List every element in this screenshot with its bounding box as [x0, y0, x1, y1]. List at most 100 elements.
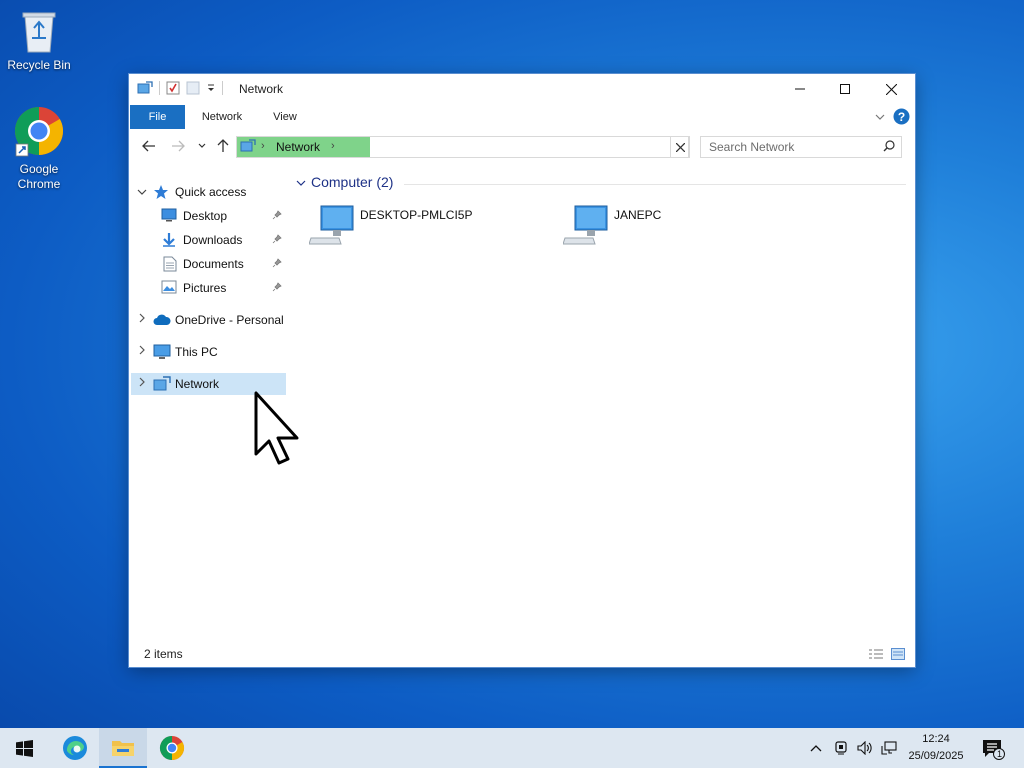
breadcrumb-network[interactable]: Network: [276, 140, 320, 154]
expand-ribbon-icon[interactable]: [875, 113, 885, 121]
sidebar-item-onedrive[interactable]: OneDrive - Personal: [131, 309, 286, 331]
chevron-right-icon[interactable]: [137, 377, 147, 387]
up-button[interactable]: [213, 136, 233, 156]
sidebar-item-pictures[interactable]: Pictures: [131, 277, 286, 299]
pictures-icon: [161, 280, 177, 294]
document-icon: [163, 256, 177, 272]
network-icon: [153, 376, 171, 391]
volume-button[interactable]: [854, 728, 876, 768]
computer-icon: [562, 205, 608, 245]
computer-label: JANEPC: [614, 208, 662, 222]
status-bar: 2 items: [129, 643, 915, 667]
tab-file[interactable]: File: [130, 105, 185, 129]
taskbar-file-explorer[interactable]: [99, 728, 147, 768]
desktop-icon-recycle-bin[interactable]: Recycle Bin: [1, 8, 77, 73]
maximize-button[interactable]: [822, 74, 868, 104]
details-view-icon[interactable]: [868, 648, 884, 660]
sidebar-item-this-pc[interactable]: This PC: [131, 341, 286, 363]
chevron-down-icon[interactable]: [296, 178, 306, 188]
chrome-icon: [14, 107, 64, 157]
download-arrow-icon: [163, 233, 175, 247]
notification-count: 1: [997, 749, 1003, 759]
sidebar-item-documents[interactable]: Documents: [131, 253, 286, 275]
computer-icon: [308, 205, 354, 245]
properties-icon[interactable]: [166, 81, 180, 95]
help-icon[interactable]: ?: [893, 108, 910, 125]
cloud-icon: [153, 314, 171, 325]
chevron-right-icon[interactable]: [137, 345, 147, 355]
group-divider: [404, 184, 906, 185]
sidebar-item-label: This PC: [175, 345, 218, 359]
svg-text:?: ?: [898, 110, 905, 124]
minimize-button[interactable]: [777, 74, 823, 104]
breadcrumb-separator-icon[interactable]: ›: [261, 140, 265, 152]
sidebar-item-label: Desktop: [183, 209, 228, 223]
new-folder-icon[interactable]: [186, 81, 200, 95]
up-arrow-icon: [217, 139, 229, 152]
minimize-icon: [795, 88, 805, 90]
desktop-icon-label: Recycle Bin: [7, 58, 71, 72]
clock[interactable]: 12:24 25/09/2025: [900, 731, 972, 765]
sidebar-item-quick-access[interactable]: Quick access: [131, 181, 286, 203]
action-center-button[interactable]: 1: [978, 728, 1008, 768]
navigation-bar: › Network › Search Network: [129, 130, 915, 162]
group-title: Computer (2): [311, 174, 394, 190]
search-placeholder: Search Network: [709, 140, 795, 154]
chevron-down-icon: [198, 143, 206, 148]
star-icon: [154, 185, 168, 199]
sidebar-item-label: Network: [175, 377, 220, 391]
network-computer-item[interactable]: JANEPC: [562, 204, 661, 251]
recycle-bin-icon: [22, 12, 56, 53]
breadcrumb-separator-icon[interactable]: ›: [331, 140, 335, 152]
mouse-cursor-icon: [254, 391, 299, 465]
network-computer-item[interactable]: DESKTOP-PMLCI5P: [308, 204, 472, 251]
tab-view[interactable]: View: [263, 105, 307, 129]
taskbar-chrome[interactable]: [148, 728, 196, 768]
recent-locations-button[interactable]: [192, 136, 212, 156]
chevron-right-icon[interactable]: [137, 313, 147, 323]
back-button[interactable]: [139, 136, 159, 156]
sidebar-item-desktop[interactable]: Desktop: [131, 205, 286, 227]
customize-toolbar-icon[interactable]: [206, 83, 216, 93]
close-icon: [885, 83, 897, 95]
computer-icon: [153, 344, 171, 359]
network-icon: [240, 139, 256, 152]
speaker-icon: [857, 741, 872, 755]
sidebar-item-label: Documents: [183, 257, 244, 271]
address-bar[interactable]: › Network ›: [236, 136, 774, 158]
pin-icon[interactable]: [272, 282, 282, 292]
close-button[interactable]: [868, 74, 914, 104]
maximize-icon: [840, 84, 850, 94]
sidebar-item-label: Downloads: [183, 233, 243, 247]
chevron-down-icon[interactable]: [137, 187, 147, 197]
forward-button[interactable]: [168, 136, 188, 156]
search-input[interactable]: Search Network: [700, 136, 902, 158]
title-bar[interactable]: Network: [129, 74, 915, 105]
clock-date: 25/09/2025: [908, 750, 964, 762]
show-hidden-icons-button[interactable]: [806, 728, 826, 768]
search-icon: [883, 140, 895, 152]
edge-icon: [63, 736, 87, 760]
sidebar-item-label: Quick access: [175, 185, 247, 199]
chevron-up-icon: [810, 745, 822, 752]
desktop-icon-google-chrome[interactable]: Google Chrome: [1, 106, 77, 192]
computer-label: DESKTOP-PMLCI5P: [360, 208, 473, 222]
sidebar-item-downloads[interactable]: Downloads: [131, 229, 286, 251]
back-arrow-icon: [142, 140, 155, 152]
pin-icon[interactable]: [272, 234, 282, 244]
file-explorer-icon: [112, 741, 134, 756]
taskbar: 12:24 25/09/2025 1: [0, 728, 1024, 768]
network-status-button[interactable]: [878, 728, 900, 768]
taskbar-edge[interactable]: [51, 728, 99, 768]
sidebar-item-label: OneDrive - Personal: [175, 313, 284, 327]
forward-arrow-icon: [172, 140, 185, 152]
start-button[interactable]: [0, 728, 48, 768]
clear-address-button[interactable]: [670, 136, 690, 158]
meet-now-button[interactable]: [830, 728, 852, 768]
window-title: Network: [239, 82, 284, 96]
desktop-folder-icon: [161, 208, 177, 222]
large-icons-view-icon[interactable]: [891, 648, 905, 660]
pin-icon[interactable]: [272, 258, 282, 268]
tab-network[interactable]: Network: [191, 105, 253, 129]
pin-icon[interactable]: [272, 210, 282, 220]
